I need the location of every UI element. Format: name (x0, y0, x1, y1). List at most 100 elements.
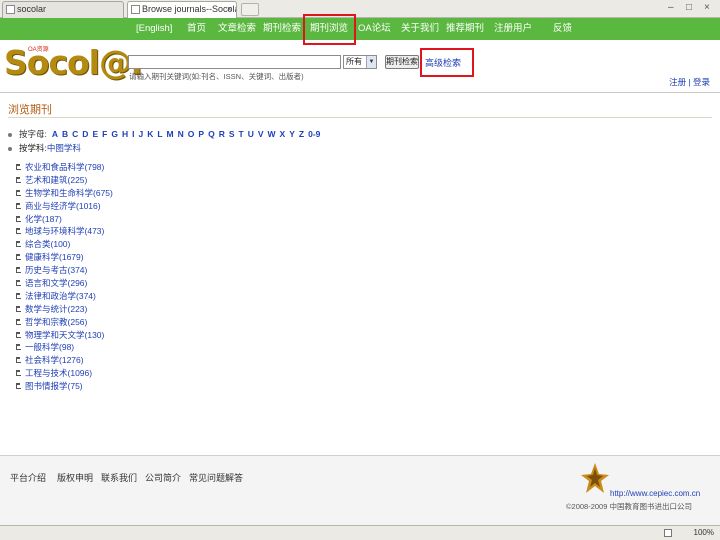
subject-name[interactable]: 商业与经济学 (25, 201, 76, 211)
subject-item[interactable]: 社会科学(1276) (16, 354, 113, 367)
subject-item[interactable]: 图书情报学(75) (16, 380, 113, 393)
subject-name[interactable]: 化学 (25, 214, 42, 224)
zoom-level[interactable]: 100% (694, 528, 714, 537)
register-login-links[interactable]: 注册 | 登录 (669, 76, 710, 88)
letter-link[interactable]: I (132, 129, 134, 139)
letter-link[interactable]: J (138, 129, 143, 139)
nav-english[interactable]: [English] (136, 21, 172, 36)
letter-link[interactable]: B (62, 129, 68, 139)
subject-item[interactable]: 物理学和天文学(130) (16, 329, 113, 342)
letter-link[interactable]: A (52, 129, 58, 139)
subject-item[interactable]: 健康科学(1679) (16, 251, 113, 264)
letter-link[interactable]: M (167, 129, 174, 139)
journal-search-button[interactable]: 期刊检索 (385, 55, 419, 69)
subject-name[interactable]: 健康科学 (25, 252, 59, 262)
subject-item[interactable]: 法律和政治学(374) (16, 290, 113, 303)
footer-link-faq[interactable]: 常见问题解答 (189, 471, 243, 484)
browser-tab-socolar[interactable]: socolar (2, 1, 124, 18)
letter-link[interactable]: Q (208, 129, 215, 139)
subject-name[interactable]: 地球与环境科学 (25, 226, 85, 236)
letter-link[interactable]: K (147, 129, 153, 139)
maximize-icon[interactable]: □ (686, 2, 692, 13)
subject-name[interactable]: 哲学和宗教 (25, 317, 68, 327)
subject-name[interactable]: 数学与统计 (25, 304, 68, 314)
letter-link[interactable]: O (188, 129, 195, 139)
subject-item[interactable]: 生物学和生命科学(675) (16, 187, 113, 200)
footer-link-contact[interactable]: 联系我们 (101, 471, 137, 484)
subject-item[interactable]: 农业和食品科学(798) (16, 161, 113, 174)
footer-link-copyright[interactable]: 版权申明 (57, 471, 93, 484)
subject-name[interactable]: 历史与考古 (25, 265, 68, 275)
letter-link[interactable]: W (268, 129, 276, 139)
subject-name[interactable]: 图书情报学 (25, 381, 68, 391)
tab-close-icon[interactable]: × (227, 2, 232, 17)
minimize-icon[interactable]: – (668, 2, 674, 13)
journal-search-input[interactable] (128, 55, 341, 69)
subject-item[interactable]: 历史与考古(374) (16, 264, 113, 277)
footer-link-platform-intro[interactable]: 平台介绍 (10, 471, 46, 484)
subject-name[interactable]: 法律和政治学 (25, 291, 76, 301)
subject-item[interactable]: 化学(187) (16, 213, 113, 226)
subject-item[interactable]: 一般科学(98) (16, 341, 113, 354)
subject-name[interactable]: 社会科学 (25, 355, 59, 365)
letter-link[interactable]: E (92, 129, 98, 139)
search-hint: 请输入期刊关键词(如:刊名、ISSN、关键词、出版者) (129, 72, 304, 81)
nav-about-us[interactable]: 关于我们 (401, 21, 439, 36)
footer-link-company[interactable]: 公司简介 (145, 471, 181, 484)
letter-link[interactable]: V (258, 129, 264, 139)
subject-name[interactable]: 一般科学 (25, 342, 59, 352)
subject-item[interactable]: 艺术和建筑(225) (16, 174, 113, 187)
letter-link[interactable]: G (111, 129, 118, 139)
subject-item[interactable]: 地球与环境科学(473) (16, 225, 113, 238)
letter-link[interactable]: Z (299, 129, 304, 139)
subject-name[interactable]: 物理学和天文学 (25, 330, 85, 340)
letter-link[interactable]: N (178, 129, 184, 139)
nav-oa-forum[interactable]: OA论坛 (358, 21, 391, 36)
subject-name[interactable]: 语言和文学 (25, 278, 68, 288)
nav-recommend-journal[interactable]: 推荐期刊 (446, 21, 484, 36)
letter-link[interactable]: S (229, 129, 235, 139)
nav-feedback[interactable]: 反馈 (553, 21, 572, 36)
subject-name[interactable]: 综合类 (25, 239, 51, 249)
subject-item[interactable]: 综合类(100) (16, 238, 113, 251)
search-scope-select[interactable]: 所有 ▼ (343, 55, 377, 69)
letter-link[interactable]: R (219, 129, 225, 139)
letter-link[interactable]: L (157, 129, 162, 139)
close-window-icon[interactable]: × (704, 2, 710, 13)
subject-name[interactable]: 工程与技术 (25, 368, 68, 378)
browser-tab-browse-journals[interactable]: Browse journals--Socolar × (127, 1, 237, 18)
letter-link[interactable]: Y (289, 129, 295, 139)
letter-link[interactable]: C (72, 129, 78, 139)
letter-link[interactable]: H (122, 129, 128, 139)
socolar-logo[interactable]: Socol@r (4, 46, 147, 80)
letter-link[interactable]: X (280, 129, 286, 139)
subject-item[interactable]: 语言和文学(296) (16, 277, 113, 290)
subject-name[interactable]: 农业和食品科学 (25, 162, 85, 172)
subject-name[interactable]: 生物学和生命科学 (25, 188, 93, 198)
subject-count: (130) (84, 329, 105, 340)
subject-item[interactable]: 工程与技术(1096) (16, 367, 113, 380)
nav-register[interactable]: 注册用户 (494, 21, 532, 36)
chevron-down-icon[interactable]: ▼ (366, 56, 376, 68)
tab-title: Browse journals--Socolar (142, 4, 237, 14)
letter-link[interactable]: P (198, 129, 204, 139)
subject-count: (1016) (76, 200, 101, 211)
nav-article-search[interactable]: 文章检索 (218, 21, 256, 36)
letter-link[interactable]: T (239, 129, 244, 139)
subject-name[interactable]: 艺术和建筑 (25, 175, 68, 185)
footer-url-link[interactable]: http://www.cepiec.com.cn (610, 489, 700, 498)
tree-node-icon (16, 331, 21, 338)
subject-item[interactable]: 商业与经济学(1016) (16, 200, 113, 213)
letter-link[interactable]: U (248, 129, 254, 139)
new-tab-button[interactable] (241, 3, 259, 16)
tree-node-icon (16, 202, 21, 209)
nav-journal-search[interactable]: 期刊检索 (263, 21, 301, 36)
subject-item[interactable]: 哲学和宗教(256) (16, 316, 113, 329)
letter-link[interactable]: 0-9 (308, 129, 320, 139)
browser-tab-strip: socolar Browse journals--Socolar × – □ × (0, 0, 720, 18)
letter-link[interactable]: D (82, 129, 88, 139)
current-category-link[interactable]: 中图学科 (47, 143, 81, 153)
nav-home[interactable]: 首页 (187, 21, 206, 36)
subject-item[interactable]: 数学与统计(223) (16, 303, 113, 316)
letter-link[interactable]: F (102, 129, 107, 139)
